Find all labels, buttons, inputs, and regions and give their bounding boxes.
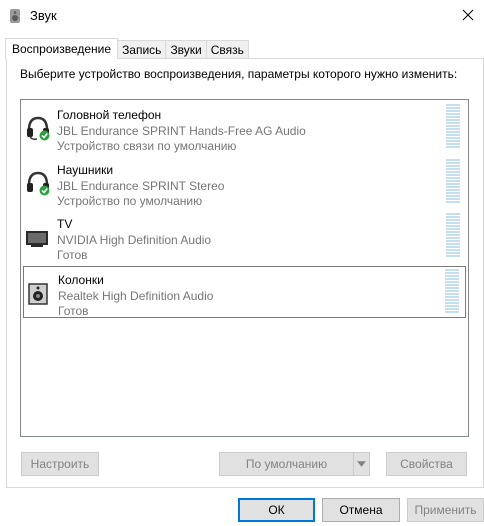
apply-button[interactable]: Применить xyxy=(407,498,484,522)
device-item-speakers[interactable]: Колонки Realtek High Definition Audio Го… xyxy=(23,266,466,318)
cancel-button[interactable]: Отмена xyxy=(322,498,400,522)
device-driver: JBL Endurance SPRINT Hands-Free AG Audio xyxy=(57,123,306,138)
speaker-title-icon xyxy=(7,8,23,24)
set-default-dropdown[interactable] xyxy=(353,453,369,475)
device-status: Готов xyxy=(58,304,89,318)
device-item-tv[interactable]: TV NVIDIA High Definition Audio Готов xyxy=(23,211,466,263)
device-text: TV NVIDIA High Definition Audio Готов xyxy=(57,217,211,264)
close-button[interactable] xyxy=(452,0,484,30)
title-bar: Звук xyxy=(0,0,484,30)
device-name: Наушники xyxy=(57,163,114,177)
properties-button[interactable]: Свойства xyxy=(386,452,467,476)
device-item-headset[interactable]: Головной телефон JBL Endurance SPRINT Ha… xyxy=(23,102,466,154)
device-status: Устройство связи по умолчанию xyxy=(57,139,237,153)
headphones-icon xyxy=(25,169,51,197)
configure-button[interactable]: Настроить xyxy=(21,452,99,476)
headset-icon xyxy=(25,114,51,142)
volume-level-meter xyxy=(445,269,459,313)
tab-sounds[interactable]: Звуки xyxy=(165,40,207,59)
set-default-label: По умолчанию xyxy=(245,457,328,471)
tab-recording[interactable]: Запись xyxy=(117,40,167,59)
device-name: Колонки xyxy=(58,273,104,287)
device-text: Наушники JBL Endurance SPRINT Stereo Уст… xyxy=(57,163,224,210)
device-list[interactable]: Головной телефон JBL Endurance SPRINT Ha… xyxy=(20,99,469,437)
close-icon xyxy=(462,9,474,21)
speaker-icon xyxy=(26,279,52,307)
device-name: Головной телефон xyxy=(57,108,162,122)
device-driver: JBL Endurance SPRINT Stereo xyxy=(57,178,225,193)
device-driver: Realtek High Definition Audio xyxy=(58,288,214,303)
device-text: Колонки Realtek High Definition Audio Го… xyxy=(58,273,213,320)
window-title: Звук xyxy=(30,8,57,23)
device-status: Устройство по умолчанию xyxy=(57,194,203,208)
tab-playback[interactable]: Воспроизведение xyxy=(5,38,119,59)
set-default-button[interactable]: По умолчанию xyxy=(219,452,370,476)
tab-communications[interactable]: Связь xyxy=(205,40,249,59)
volume-level-meter xyxy=(446,104,460,148)
instruction-text: Выберите устройство воспроизведения, пар… xyxy=(20,67,458,81)
tv-icon xyxy=(25,223,51,251)
device-status: Готов xyxy=(57,248,88,262)
tab-strip: Воспроизведение Запись Звуки Связь xyxy=(5,38,249,59)
ok-button[interactable]: ОК xyxy=(238,498,315,522)
volume-level-meter xyxy=(446,213,460,257)
sound-dialog: Звук Воспроизведение Запись Звуки Связь … xyxy=(0,0,484,526)
device-text: Головной телефон JBL Endurance SPRINT Ha… xyxy=(57,108,306,155)
device-item-headphones[interactable]: Наушники JBL Endurance SPRINT Stereo Уст… xyxy=(23,157,466,209)
volume-level-meter xyxy=(446,159,460,203)
device-driver: NVIDIA High Definition Audio xyxy=(57,232,212,247)
device-name: TV xyxy=(57,217,73,231)
chevron-down-icon xyxy=(357,461,366,467)
